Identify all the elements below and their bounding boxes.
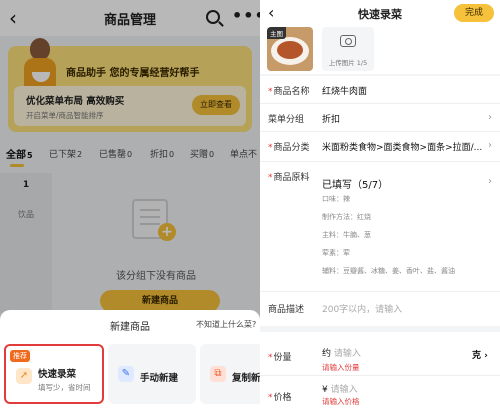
edit-icon: ✎ xyxy=(118,366,134,382)
portion-error: 请输入份量 xyxy=(322,363,360,372)
ingredient-line: 主料：牛腩、葱 xyxy=(322,231,371,239)
chevron-right-icon: › xyxy=(488,176,492,187)
new-product-sheet: 新建商品 不知道上什么菜? 推荐 ➚ 快速录菜 填写少，省时间 ✎ 手动新建 ⧉… xyxy=(0,310,260,410)
manual-create-option[interactable]: ✎ 手动新建 xyxy=(108,344,196,404)
ingredients-row[interactable]: *商品原料 已填写（5/7） › 口味：辣 制作方法：红烧 主料：牛腩、葱 荤素… xyxy=(260,162,500,292)
image-section: 主图 上传图片 1/5 xyxy=(260,26,500,74)
camera-icon xyxy=(340,35,356,47)
ingredients-label: *商品原料 xyxy=(268,173,310,183)
price-row[interactable]: *价格 ¥ 请输入 请输入价格 xyxy=(260,376,500,410)
quick-entry-screen: ‹ 快速录菜 完成 主图 上传图片 1/5 *商品名称 红烧牛肉面 菜单分组 折… xyxy=(260,0,500,410)
ingredients-status[interactable]: 已填写（5/7） xyxy=(322,176,388,191)
manual-create-label: 手动新建 xyxy=(140,373,179,384)
portion-row[interactable]: *份量 约 请输入 请输入份量 克 › xyxy=(260,338,500,376)
ingredient-line: 辅料：豆瓣酱、冰糖、姜、香叶、盐、酱油 xyxy=(322,267,455,275)
chevron-right-icon: › xyxy=(488,140,492,151)
main-image-tag: 主图 xyxy=(267,27,286,39)
description-label: 商品描述 xyxy=(268,305,305,315)
category-row[interactable]: *商品分类 米面粉类食物>面类食物>面条>拉面/... › xyxy=(260,132,500,162)
category-label: *商品分类 xyxy=(268,143,310,153)
upload-image-button[interactable]: 上传图片 1/5 xyxy=(322,27,374,71)
category-select[interactable]: 米面粉类食物>面类食物>面条>拉面/... xyxy=(322,140,482,153)
rocket-icon: ➚ xyxy=(16,368,32,384)
product-form: *商品名称 红烧牛肉面 菜单分组 折扣 › *商品分类 米面粉类食物>面类食物>… xyxy=(260,76,500,410)
description-input[interactable]: 200字以内，请输入 xyxy=(322,302,402,315)
main-image-thumbnail[interactable]: 主图 xyxy=(267,27,313,71)
quick-entry-subtitle: 填写少，省时间 xyxy=(38,383,91,392)
price-input[interactable]: ¥ 请输入 xyxy=(322,382,358,395)
quick-entry-label: 快速录菜 xyxy=(38,369,77,380)
menu-help-link[interactable]: 不知道上什么菜? xyxy=(196,319,256,330)
price-label: *价格 xyxy=(268,393,292,403)
done-button[interactable]: 完成 xyxy=(454,4,494,22)
description-row[interactable]: 商品描述 200字以内，请输入 xyxy=(260,292,500,332)
top-nav-bar: ‹ 快速录菜 完成 xyxy=(260,0,500,26)
portion-input[interactable]: 约 请输入 xyxy=(322,346,361,359)
copy-option[interactable]: ⧉ 复制新 xyxy=(200,344,260,404)
copy-label: 复制新 xyxy=(232,373,260,384)
group-row[interactable]: 菜单分组 折扣 › xyxy=(260,104,500,132)
chevron-right-icon: › xyxy=(488,112,492,123)
price-error: 请输入价格 xyxy=(322,397,360,406)
upload-image-label: 上传图片 1/5 xyxy=(328,59,368,67)
ingredient-line: 口味：辣 xyxy=(322,195,350,203)
name-field[interactable]: 红烧牛肉面 xyxy=(322,84,367,97)
ingredient-line: 制作方法：红烧 xyxy=(322,213,371,221)
portion-unit-select[interactable]: 克 › xyxy=(472,348,488,361)
group-label: 菜单分组 xyxy=(268,115,305,125)
name-label: *商品名称 xyxy=(268,87,310,97)
group-select[interactable]: 折扣 xyxy=(322,112,340,125)
portion-label: *份量 xyxy=(268,353,292,363)
recommended-badge: 推荐 xyxy=(10,350,30,362)
name-row[interactable]: *商品名称 红烧牛肉面 xyxy=(260,76,500,104)
quick-entry-option[interactable]: 推荐 ➚ 快速录菜 填写少，省时间 xyxy=(4,344,104,404)
ingredient-line: 荤素：荤 xyxy=(322,249,350,257)
product-management-screen: ‹ 商品管理 ••• 商品助手 您的专属经营好帮手 优化菜单布局 高效购买 开启… xyxy=(0,0,260,410)
copy-icon: ⧉ xyxy=(210,366,226,382)
